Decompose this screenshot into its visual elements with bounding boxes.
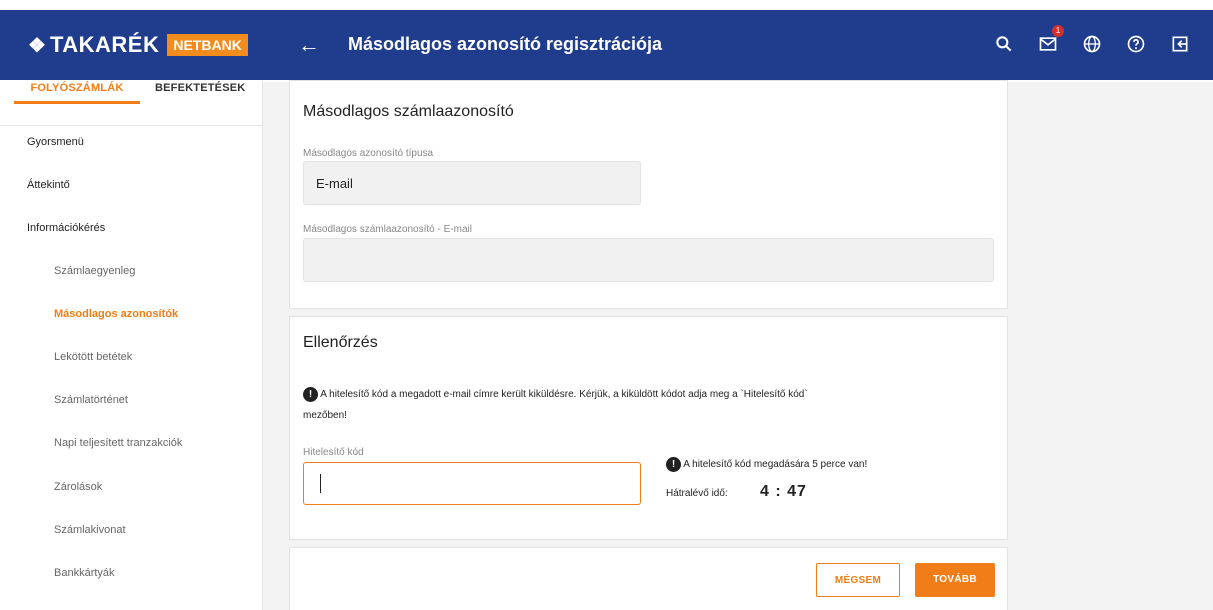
sidebar-item-szamlatortenet[interactable]: Számlatörténet <box>54 394 128 406</box>
sidebar-item-informaciokeres[interactable]: Információkérés <box>27 222 105 234</box>
actions-bar: MÉGSEM TOVÁBB <box>289 547 1008 610</box>
identifier-type-label: Másodlagos azonosító típusa <box>303 148 434 159</box>
email-field <box>303 238 994 282</box>
sidebar-item-bankkartyak[interactable]: Bankkártyák <box>54 567 115 579</box>
sidebar-item-attekinto[interactable]: Áttekintő <box>27 179 70 191</box>
sidebar-item-szamlaegyenleg[interactable]: Számlaegyenleg <box>54 265 135 277</box>
logout-icon[interactable] <box>1169 33 1191 55</box>
sidebar-tabs: FOLYÓSZÁMLÁK BEFEKTETÉSEK <box>0 80 262 126</box>
next-button[interactable]: TOVÁBB <box>915 563 995 597</box>
sidebar: FOLYÓSZÁMLÁK BEFEKTETÉSEK Gyorsmenü Átte… <box>0 80 263 610</box>
help-icon[interactable] <box>1125 33 1147 55</box>
verification-title: Ellenőrzés <box>303 334 378 351</box>
cancel-button[interactable]: MÉGSEM <box>816 563 900 597</box>
takarek-netbank-logo[interactable]: ❖ TAKARÉK NETBANK <box>28 32 248 58</box>
app-header: ❖ TAKARÉK NETBANK ← Másodlagos azonosító… <box>0 10 1213 80</box>
page-title: Másodlagos azonosító regisztrációja <box>348 34 663 54</box>
sidebar-item-lekotott-betetek[interactable]: Lekötött betétek <box>54 351 132 363</box>
email-field-label: Másodlagos számlaazonosító - E-mail <box>303 224 472 235</box>
tab-folyoszamlak[interactable]: FOLYÓSZÁMLÁK <box>14 82 140 104</box>
remaining-time-value: 4 : 47 <box>760 483 807 500</box>
logo-text: TAKARÉK <box>49 32 160 57</box>
verification-card: Ellenőrzés ! A hitelesítő kód a megadott… <box>289 316 1008 540</box>
arrow-left-icon[interactable]: ← <box>298 32 320 58</box>
code-field-label: Hitelesítő kód <box>303 447 364 458</box>
mail-badge: 1 <box>1052 25 1064 37</box>
card-title: Másodlagos számlaazonosító <box>303 103 514 120</box>
text-caret <box>320 474 321 493</box>
verification-code-input[interactable] <box>303 462 641 505</box>
logo-mark: ❖ <box>28 34 46 57</box>
sidebar-item-gyorsmenu[interactable]: Gyorsmenü <box>27 136 84 148</box>
timer-note: A hitelesítő kód megadására 5 perce van! <box>683 459 868 470</box>
sidebar-item-szamlakivonat[interactable]: Számlakivonat <box>54 524 126 536</box>
info-icon: ! <box>303 386 318 402</box>
secondary-identifier-card: Másodlagos számlaazonosító Másodlagos az… <box>289 80 1008 309</box>
tab-befektetesek[interactable]: BEFEKTETÉSEK <box>155 82 245 94</box>
info-message-line1: A hitelesítő kód a megadott e-mail címre… <box>320 389 808 400</box>
info-icon: ! <box>666 456 681 472</box>
sidebar-item-napi-tranzakciok[interactable]: Napi teljesített tranzakciók <box>54 437 182 449</box>
sidebar-item-masodlagos-azonositok[interactable]: Másodlagos azonosítók <box>54 308 178 320</box>
mail-icon[interactable]: 1 <box>1037 25 1064 55</box>
identifier-type-field: E-mail <box>303 161 641 205</box>
globe-icon[interactable] <box>1081 33 1103 55</box>
logo-badge: NETBANK <box>167 34 248 56</box>
remaining-time-label: Hátralévő idő: <box>666 488 728 499</box>
sidebar-item-zarolasok[interactable]: Zárolások <box>54 481 102 493</box>
search-icon[interactable] <box>993 33 1015 55</box>
info-message-line2: mezőben! <box>303 410 347 421</box>
